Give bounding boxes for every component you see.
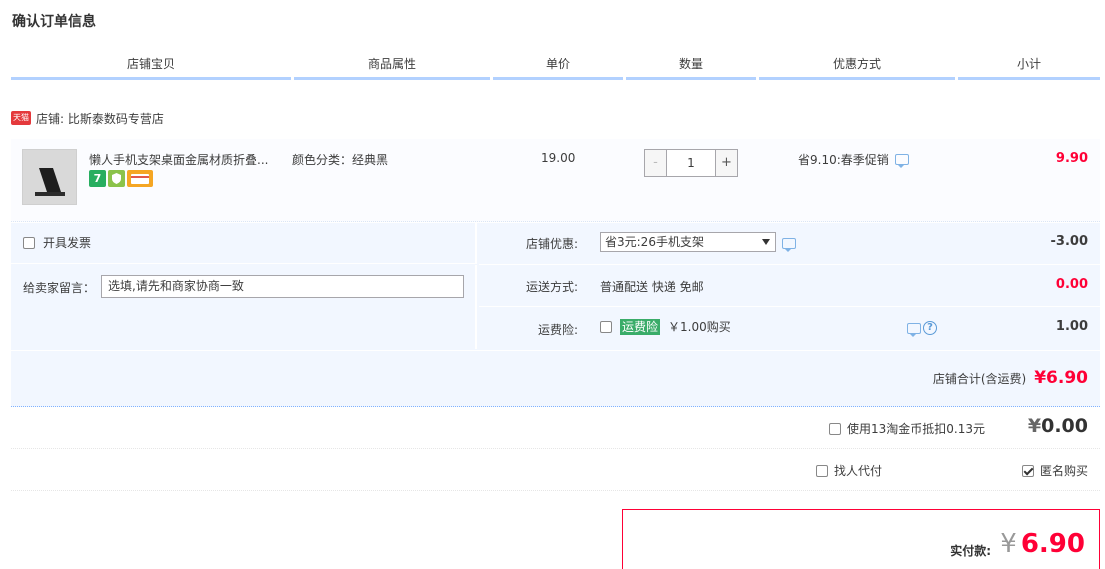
insurance-badge: 运费险 [620, 318, 661, 335]
phone-stand-icon [35, 168, 65, 196]
invoice-cell: 开具发票 [11, 223, 477, 264]
invoice-option[interactable]: 开具发票 [23, 234, 91, 251]
shop-line: 天猫 店铺: 比斯泰数码专营店 [11, 109, 164, 127]
message-icon[interactable] [782, 238, 796, 252]
shop-discount-amount: -3.00 [1050, 234, 1088, 249]
yen-symbol: ¥ [1000, 529, 1017, 559]
insurance-option[interactable]: 运费险 ￥1.00购买 [600, 318, 731, 335]
col-attributes: 商品属性 [294, 52, 490, 80]
shipping-cell: 运送方式: 普通配送 快递 免邮 0.00 [479, 265, 1100, 307]
taobao-coin-option[interactable]: 使用13淘金币抵扣0.13元 [829, 420, 985, 437]
shop-discount-label: 店铺优惠: [526, 237, 579, 251]
quantity-input[interactable]: 1 [667, 150, 715, 176]
page-title: 确认订单信息 [12, 14, 96, 30]
increase-quantity-button[interactable]: + [715, 150, 737, 176]
anonymous-label: 匿名购买 [1039, 464, 1088, 478]
invoice-label: 开具发票 [43, 236, 92, 250]
promotion: 省9.10:春季促销 [798, 151, 909, 168]
shop-discount-value: 省3元:26手机支架 [605, 235, 704, 249]
message-label: 给卖家留言： [23, 281, 96, 295]
col-unit-price: 单价 [493, 52, 623, 80]
col-subtotal: 小计 [958, 52, 1100, 80]
shop-discount-select[interactable]: 省3元:26手机支架 [600, 232, 776, 252]
order-options: 开具发票 给卖家留言： 选填,请先和商家协商一致 店铺优惠: 省3元:26手机支… [11, 223, 1100, 407]
help-icon[interactable]: ? [923, 321, 937, 335]
order-item-row: 懒人手机支架桌面金属材质折叠... 颜色分类：经典黑 7 19.00 - 1 +… [11, 139, 1100, 222]
insurance-label: 运费险: [538, 323, 579, 337]
product-thumbnail[interactable] [22, 149, 77, 205]
col-promotion: 优惠方式 [759, 52, 955, 80]
extra-options-row: 找人代付 匿名购买 [11, 449, 1100, 491]
payment-amount: ¥6.90 [1000, 529, 1085, 559]
taobao-coin-row: 使用13淘金币抵扣0.13元 ¥0.00 [11, 407, 1100, 449]
guarantee-icon[interactable] [108, 170, 125, 187]
tmall-icon: 天猫 [11, 111, 31, 125]
insurance-amount: 1.00 [1055, 319, 1088, 334]
shop-total-amount: ¥6.90 [1034, 368, 1088, 388]
service-icons: 7 [89, 170, 153, 187]
chevron-down-icon [762, 239, 770, 245]
shop-total: 店铺合计(含运费) ¥6.90 [933, 368, 1088, 388]
taobao-coin-amount: ¥0.00 [1028, 415, 1088, 437]
quantity-stepper[interactable]: - 1 + [644, 149, 738, 177]
credit-card-icon[interactable] [127, 170, 153, 187]
col-shop-item: 店铺宝贝 [11, 52, 291, 80]
taobao-coin-value: 0.00 [1041, 415, 1088, 437]
message-cell: 给卖家留言： 选填,请先和商家协商一致 [11, 265, 477, 349]
col-quantity: 数量 [626, 52, 756, 80]
promotion-text: 省9.10:春季促销 [798, 153, 889, 167]
insurance-checkbox[interactable] [600, 320, 612, 333]
proxy-pay-label: 找人代付 [833, 464, 882, 478]
item-attribute: 颜色分类：经典黑 [292, 153, 389, 167]
insurance-help: ? [907, 321, 937, 337]
shipping-value: 普通配送 快递 免邮 [600, 280, 704, 294]
shipping-label: 运送方式: [526, 280, 579, 294]
anonymous-option[interactable]: 匿名购买 [1021, 462, 1088, 479]
proxy-pay-option[interactable]: 找人代付 [815, 462, 882, 479]
shop-total-label: 店铺合计(含运费) [932, 372, 1027, 386]
unit-price: 19.00 [541, 151, 576, 165]
item-title-link[interactable]: 懒人手机支架桌面金属材质折叠... [89, 151, 289, 168]
decrease-quantity-button[interactable]: - [645, 150, 667, 176]
seven-day-return-icon[interactable]: 7 [89, 170, 106, 187]
taobao-coin-checkbox[interactable] [829, 422, 841, 435]
payment-label: 实付款: [950, 544, 991, 558]
shop-discount-cell: 店铺优惠: 省3元:26手机支架 -3.00 [479, 223, 1100, 265]
proxy-pay-checkbox[interactable] [815, 464, 828, 477]
yen-symbol: ¥ [1027, 415, 1042, 437]
column-header: 店铺宝贝 商品属性 单价 数量 优惠方式 小计 [11, 52, 1100, 80]
insurance-price: ￥1.00购买 [668, 320, 731, 334]
seller-message-input[interactable]: 选填,请先和商家协商一致 [101, 275, 464, 298]
invoice-checkbox[interactable] [23, 236, 35, 249]
taobao-coin-label: 使用13淘金币抵扣0.13元 [847, 422, 985, 436]
payment-value: 6.90 [1020, 529, 1085, 559]
item-subtotal: 9.90 [1055, 151, 1088, 166]
message-icon[interactable] [907, 322, 921, 337]
message-icon[interactable] [894, 154, 909, 168]
insurance-cell: 运费险: 运费险 ￥1.00购买 ? 1.00 [479, 307, 1100, 349]
payment-summary: 实付款: ¥6.90 [622, 509, 1100, 569]
shipping-amount: 0.00 [1055, 277, 1088, 292]
anonymous-checkbox[interactable] [1021, 464, 1034, 477]
shop-name[interactable]: 店铺: 比斯泰数码专营店 [36, 110, 164, 127]
